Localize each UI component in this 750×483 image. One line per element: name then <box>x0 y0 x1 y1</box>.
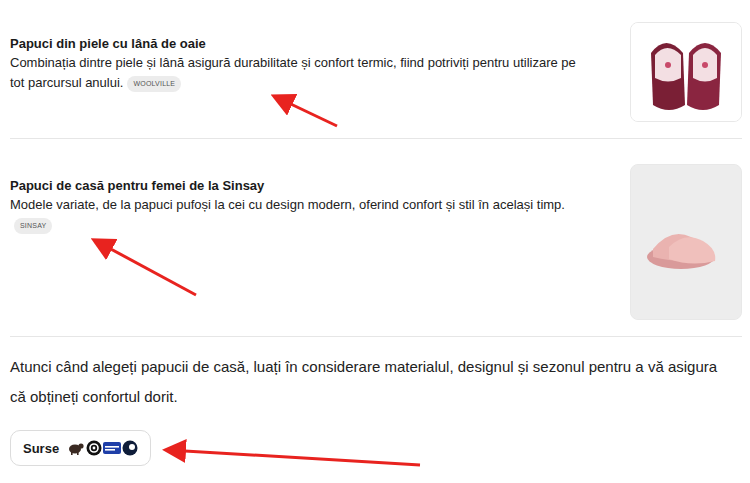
source-badge[interactable]: SINSAY <box>14 218 52 234</box>
sheep-icon <box>67 440 85 456</box>
sources-label: Surse <box>23 441 59 456</box>
annotation-arrows <box>0 0 750 483</box>
sources-button[interactable]: Surse <box>10 430 151 466</box>
source-icons <box>67 440 138 456</box>
round-logo-icon <box>122 440 138 456</box>
result-item: Papuci din piele cu lână de oaie Combinaț… <box>10 0 742 139</box>
source-badge[interactable]: WOOLVILLE <box>127 76 181 92</box>
product-image[interactable] <box>630 164 742 320</box>
circle-logo-icon <box>86 440 102 456</box>
result-text: Papuci din piele cu lână de oaie Combinaț… <box>10 22 580 93</box>
result-title: Papuci din piele cu lână de oaie <box>10 35 580 53</box>
product-image[interactable] <box>630 22 742 122</box>
slipper-icon <box>631 165 741 319</box>
result-item: Papuci de casă pentru femei de la Sinsay… <box>10 139 742 337</box>
summary-text: Atunci când alegeți papucii de casă, lua… <box>10 337 735 412</box>
result-title: Papuci de casă pentru femei de la Sinsay <box>10 177 580 195</box>
slipper-icon <box>631 23 741 121</box>
result-text: Papuci de casă pentru femei de la Sinsay… <box>10 164 580 235</box>
result-description: Modele variate, de la papuci pufoși la c… <box>10 195 580 235</box>
store-logo-icon <box>103 441 121 455</box>
description-text: Combinația dintre piele și lână asigură … <box>10 55 576 90</box>
description-text: Modele variate, de la papuci pufoși la c… <box>10 197 565 212</box>
result-description: Combinația dintre piele și lână asigură … <box>10 53 580 93</box>
